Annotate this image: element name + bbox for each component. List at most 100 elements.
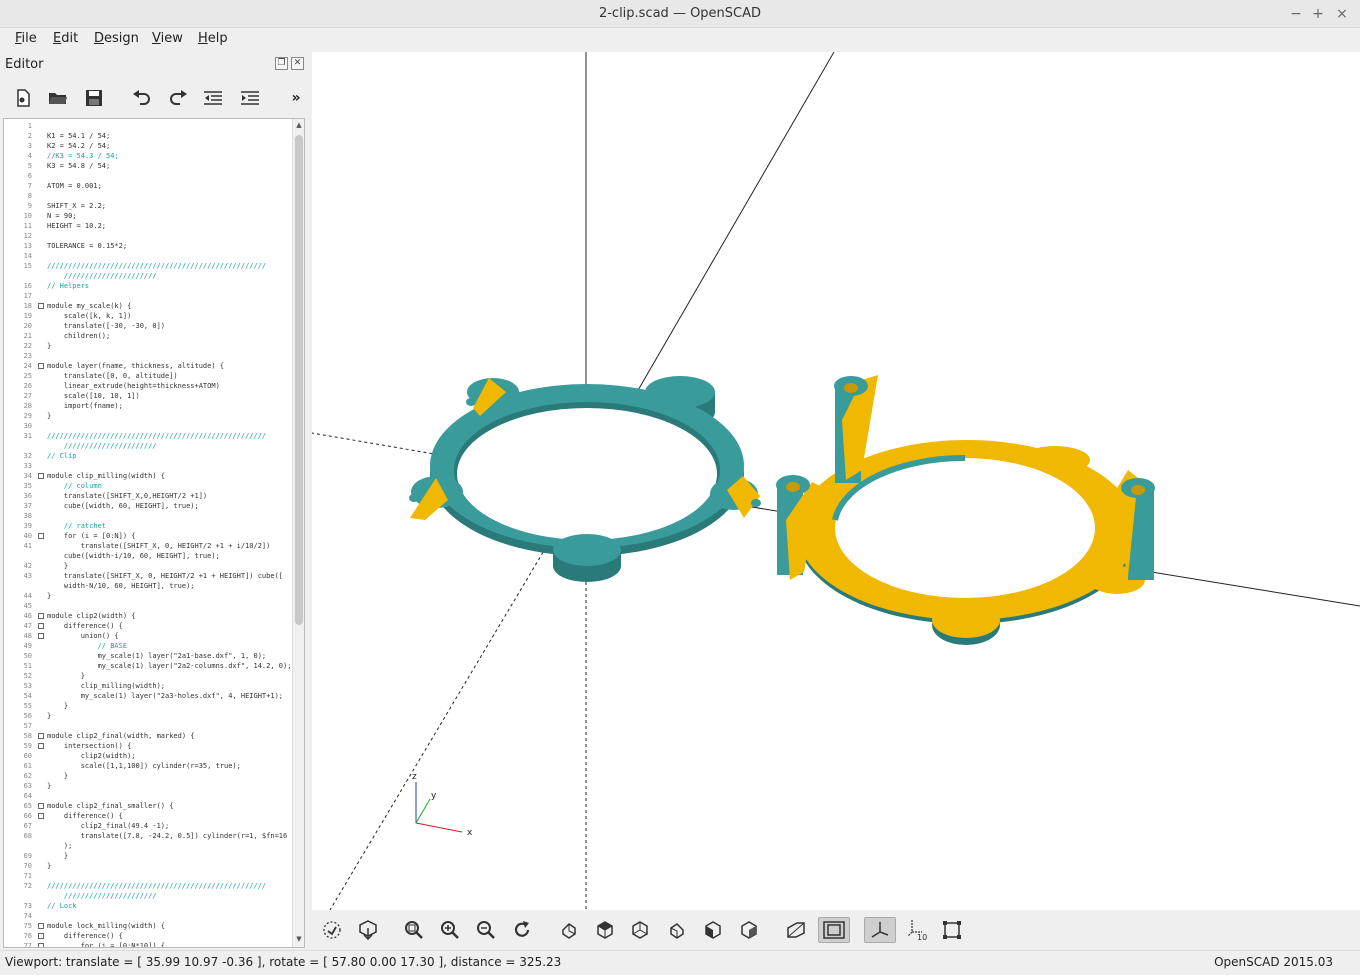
- close-dock-button[interactable]: ✕: [291, 57, 304, 70]
- code-line[interactable]: 14: [4, 251, 292, 261]
- code-line[interactable]: 34 module clip_milling(width) {: [4, 471, 292, 481]
- redo-icon[interactable]: [166, 86, 190, 110]
- code-line[interactable]: 2 K1 = 54.1 / 54;: [4, 131, 292, 141]
- code-line[interactable]: 48 union() {: [4, 631, 292, 641]
- more-icon[interactable]: »: [286, 86, 306, 110]
- fold-marker-icon[interactable]: [38, 743, 44, 749]
- code-line[interactable]: 55 }: [4, 701, 292, 711]
- code-line[interactable]: 43 translate([SHIFT_X, 0, HEIGHT/2 +1 + …: [4, 571, 292, 581]
- code-line[interactable]: 51 my_scale(1) layer("2a2-columns.dxf", …: [4, 661, 292, 671]
- scroll-thumb[interactable]: [295, 135, 303, 625]
- code-line[interactable]: 36 translate([SHIFT_X,0,HEIGHT/2 +1]): [4, 491, 292, 501]
- code-line[interactable]: 39 // ratchet: [4, 521, 292, 531]
- fold-marker-icon[interactable]: [38, 923, 44, 929]
- code-line[interactable]: 13 TOLERANCE = 0.15*2;: [4, 241, 292, 251]
- show-scale-icon[interactable]: 10: [905, 917, 931, 943]
- zoom-in-icon[interactable]: [437, 917, 463, 943]
- code-line[interactable]: 60 clip2(width);: [4, 751, 292, 761]
- view-left-icon[interactable]: [664, 917, 690, 943]
- view-front-icon[interactable]: [700, 917, 726, 943]
- code-line[interactable]: 29}: [4, 411, 292, 421]
- code-line[interactable]: 18 module my_scale(k) {: [4, 301, 292, 311]
- fold-marker-icon[interactable]: [38, 623, 44, 629]
- code-line[interactable]: 56}: [4, 711, 292, 721]
- code-line[interactable]: 52 }: [4, 671, 292, 681]
- code-line[interactable]: 28 import(fname);: [4, 401, 292, 411]
- preview-icon[interactable]: [319, 917, 345, 943]
- undo-icon[interactable]: [130, 86, 154, 110]
- code-line[interactable]: 69 }: [4, 851, 292, 861]
- code-line[interactable]: 7 ATOM = 0.001;: [4, 181, 292, 191]
- fold-marker-icon[interactable]: [38, 933, 44, 939]
- fold-marker-icon[interactable]: [38, 803, 44, 809]
- code-line[interactable]: 76 difference() {: [4, 931, 292, 941]
- code-line[interactable]: 45: [4, 601, 292, 611]
- save-icon[interactable]: [82, 86, 106, 110]
- show-axes-icon[interactable]: [864, 917, 896, 943]
- code-line[interactable]: 38: [4, 511, 292, 521]
- orthogonal-icon[interactable]: [818, 917, 850, 943]
- code-line[interactable]: 33: [4, 461, 292, 471]
- code-line[interactable]: 50 my_scale(1) layer("2a1-base.dxf", 1, …: [4, 651, 292, 661]
- menu-design[interactable]: Design: [94, 31, 139, 46]
- code-line[interactable]: 5 K3 = 54.8 / 54;: [4, 161, 292, 171]
- view-bottom-icon[interactable]: [627, 917, 653, 943]
- code-line[interactable]: 44}: [4, 591, 292, 601]
- code-line[interactable]: 17: [4, 291, 292, 301]
- new-file-icon[interactable]: [11, 86, 35, 110]
- code-line[interactable]: 77 for (i = [0:N*10]) {: [4, 941, 292, 947]
- show-edges-icon[interactable]: [939, 917, 965, 943]
- code-line[interactable]: 16 // Helpers: [4, 281, 292, 291]
- reset-view-icon[interactable]: [509, 917, 535, 943]
- code-line[interactable]: 59 intersection() {: [4, 741, 292, 751]
- code-line[interactable]: 47 difference() {: [4, 621, 292, 631]
- 3d-viewport[interactable]: z y x: [311, 51, 1360, 911]
- menu-help[interactable]: Help: [198, 31, 228, 46]
- code-line[interactable]: 66 difference() {: [4, 811, 292, 821]
- code-line[interactable]: 9 SHIFT_X = 2.2;: [4, 201, 292, 211]
- code-line[interactable]: 3 K2 = 54.2 / 54;: [4, 141, 292, 151]
- fold-marker-icon[interactable]: [38, 613, 44, 619]
- code-line[interactable]: 20 translate([-30, -30, 0]): [4, 321, 292, 331]
- fold-marker-icon[interactable]: [38, 473, 44, 479]
- code-line[interactable]: 64: [4, 791, 292, 801]
- fold-marker-icon[interactable]: [38, 943, 44, 947]
- code-line[interactable]: 19 scale([k, k, 1]): [4, 311, 292, 321]
- code-line[interactable]: 12: [4, 231, 292, 241]
- fold-marker-icon[interactable]: [38, 303, 44, 309]
- fold-marker-icon[interactable]: [38, 813, 44, 819]
- code-line[interactable]: 25 translate([0, 0, altitude]): [4, 371, 292, 381]
- menu-edit[interactable]: Edit: [53, 31, 78, 46]
- render-icon[interactable]: [355, 917, 381, 943]
- code-line[interactable]: 10 N = 90;: [4, 211, 292, 221]
- code-line[interactable]: 67 clip2_final(49.4 -1);: [4, 821, 292, 831]
- perspective-icon[interactable]: [783, 917, 809, 943]
- code-line[interactable]: 73 // Lock: [4, 901, 292, 911]
- code-line[interactable]: //////////////////////: [4, 891, 292, 901]
- code-line[interactable]: 32 // Clip: [4, 451, 292, 461]
- view-right-icon[interactable]: [556, 917, 582, 943]
- code-line[interactable]: 30: [4, 421, 292, 431]
- code-line[interactable]: 21 children();: [4, 331, 292, 341]
- unindent-icon[interactable]: [201, 86, 225, 110]
- code-line[interactable]: 4 //K3 = 54.3 / 54;: [4, 151, 292, 161]
- editor-scrollbar[interactable]: ▲ ▼: [292, 119, 304, 947]
- minimize-button[interactable]: −: [1286, 4, 1306, 24]
- code-line[interactable]: 71: [4, 871, 292, 881]
- code-line[interactable]: 68 translate([7.8, -24.2, 0.5]) cylinder…: [4, 831, 292, 841]
- code-line[interactable]: 75 module lock_milling(width) {: [4, 921, 292, 931]
- code-line[interactable]: 46 module clip2(width) {: [4, 611, 292, 621]
- code-line[interactable]: 70}: [4, 861, 292, 871]
- code-line[interactable]: 74: [4, 911, 292, 921]
- code-line[interactable]: 61 scale([1,1,100]) cylinder(r=35, true)…: [4, 761, 292, 771]
- code-line[interactable]: 31 //////////////////////////////////////…: [4, 431, 292, 441]
- code-line[interactable]: 63}: [4, 781, 292, 791]
- code-line[interactable]: 41 translate([SHIFT_X, 0, HEIGHT/2 +1 + …: [4, 541, 292, 551]
- code-line[interactable]: 65 module clip2_final_smaller() {: [4, 801, 292, 811]
- fold-marker-icon[interactable]: [38, 733, 44, 739]
- code-line[interactable]: 49 // BASE: [4, 641, 292, 651]
- close-button[interactable]: ×: [1332, 4, 1352, 24]
- zoom-out-icon[interactable]: [473, 917, 499, 943]
- code-line[interactable]: 23: [4, 351, 292, 361]
- code-line[interactable]: 58 module clip2_final(width, marked) {: [4, 731, 292, 741]
